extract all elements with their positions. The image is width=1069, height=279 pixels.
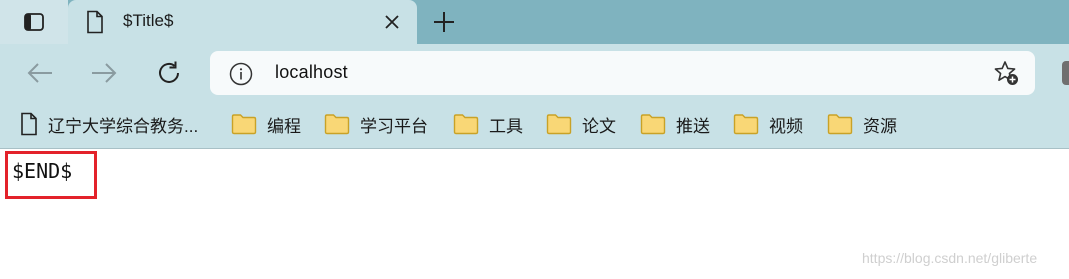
bookmarks-bar: 辽宁大学综合教务... 编程 学习平台 工具 论文 推送 视频 资源	[0, 103, 1069, 148]
bookmark-folder[interactable]: 工具	[453, 108, 523, 140]
back-button[interactable]	[25, 58, 55, 88]
bookmark-folder[interactable]: 资源	[827, 108, 897, 140]
refresh-button[interactable]	[154, 58, 184, 88]
folder-icon	[231, 114, 257, 135]
forward-button[interactable]	[89, 58, 119, 88]
refresh-icon	[159, 61, 179, 83]
tab-close-button[interactable]	[382, 12, 402, 32]
tab-actions-button[interactable]	[0, 0, 68, 44]
bookmark-item[interactable]: 辽宁大学综合教务...	[20, 108, 198, 140]
folder-icon	[827, 114, 853, 135]
bookmark-folder[interactable]: 推送	[640, 108, 710, 140]
bookmark-folder[interactable]: 论文	[546, 108, 616, 140]
tab-strip: $Title$	[0, 0, 1069, 44]
bookmark-folder[interactable]: 学习平台	[324, 108, 428, 140]
vertical-tabs-icon	[24, 13, 44, 31]
bookmark-label: 编程	[267, 116, 301, 136]
bookmark-label: 工具	[489, 116, 523, 136]
bookmark-folder[interactable]: 视频	[733, 108, 803, 140]
page-icon	[87, 10, 103, 34]
url-text[interactable]: localhost	[275, 62, 348, 83]
extension-icon[interactable]	[1062, 61, 1069, 85]
toolbar: localhost	[0, 44, 1069, 103]
arrow-right-icon	[92, 63, 117, 83]
toolbar-divider	[0, 148, 1069, 149]
new-tab-button[interactable]	[430, 8, 458, 36]
address-bar[interactable]: localhost	[210, 51, 1035, 95]
bookmark-label: 视频	[769, 116, 803, 136]
bookmark-label: 资源	[863, 116, 897, 136]
folder-icon	[640, 114, 666, 135]
bookmark-label: 学习平台	[360, 116, 428, 136]
page-body-text: $END$	[12, 159, 73, 183]
bookmark-label: 推送	[676, 116, 710, 136]
page-icon	[21, 112, 37, 136]
close-icon	[385, 15, 399, 29]
add-favorite-icon[interactable]	[993, 60, 1019, 86]
folder-icon	[546, 114, 572, 135]
bookmark-label: 辽宁大学综合教务...	[48, 116, 199, 136]
folder-icon	[324, 114, 350, 135]
plus-icon	[434, 12, 454, 32]
active-tab[interactable]: $Title$	[68, 0, 417, 44]
arrow-left-icon	[27, 63, 52, 83]
tab-title: $Title$	[123, 11, 174, 30]
bookmark-label: 论文	[582, 116, 616, 136]
folder-icon	[733, 114, 759, 135]
folder-icon	[453, 114, 479, 135]
watermark-text: https://blog.csdn.net/gliberte	[862, 250, 1038, 266]
bookmark-folder[interactable]: 编程	[231, 108, 301, 140]
info-icon[interactable]	[229, 62, 253, 86]
